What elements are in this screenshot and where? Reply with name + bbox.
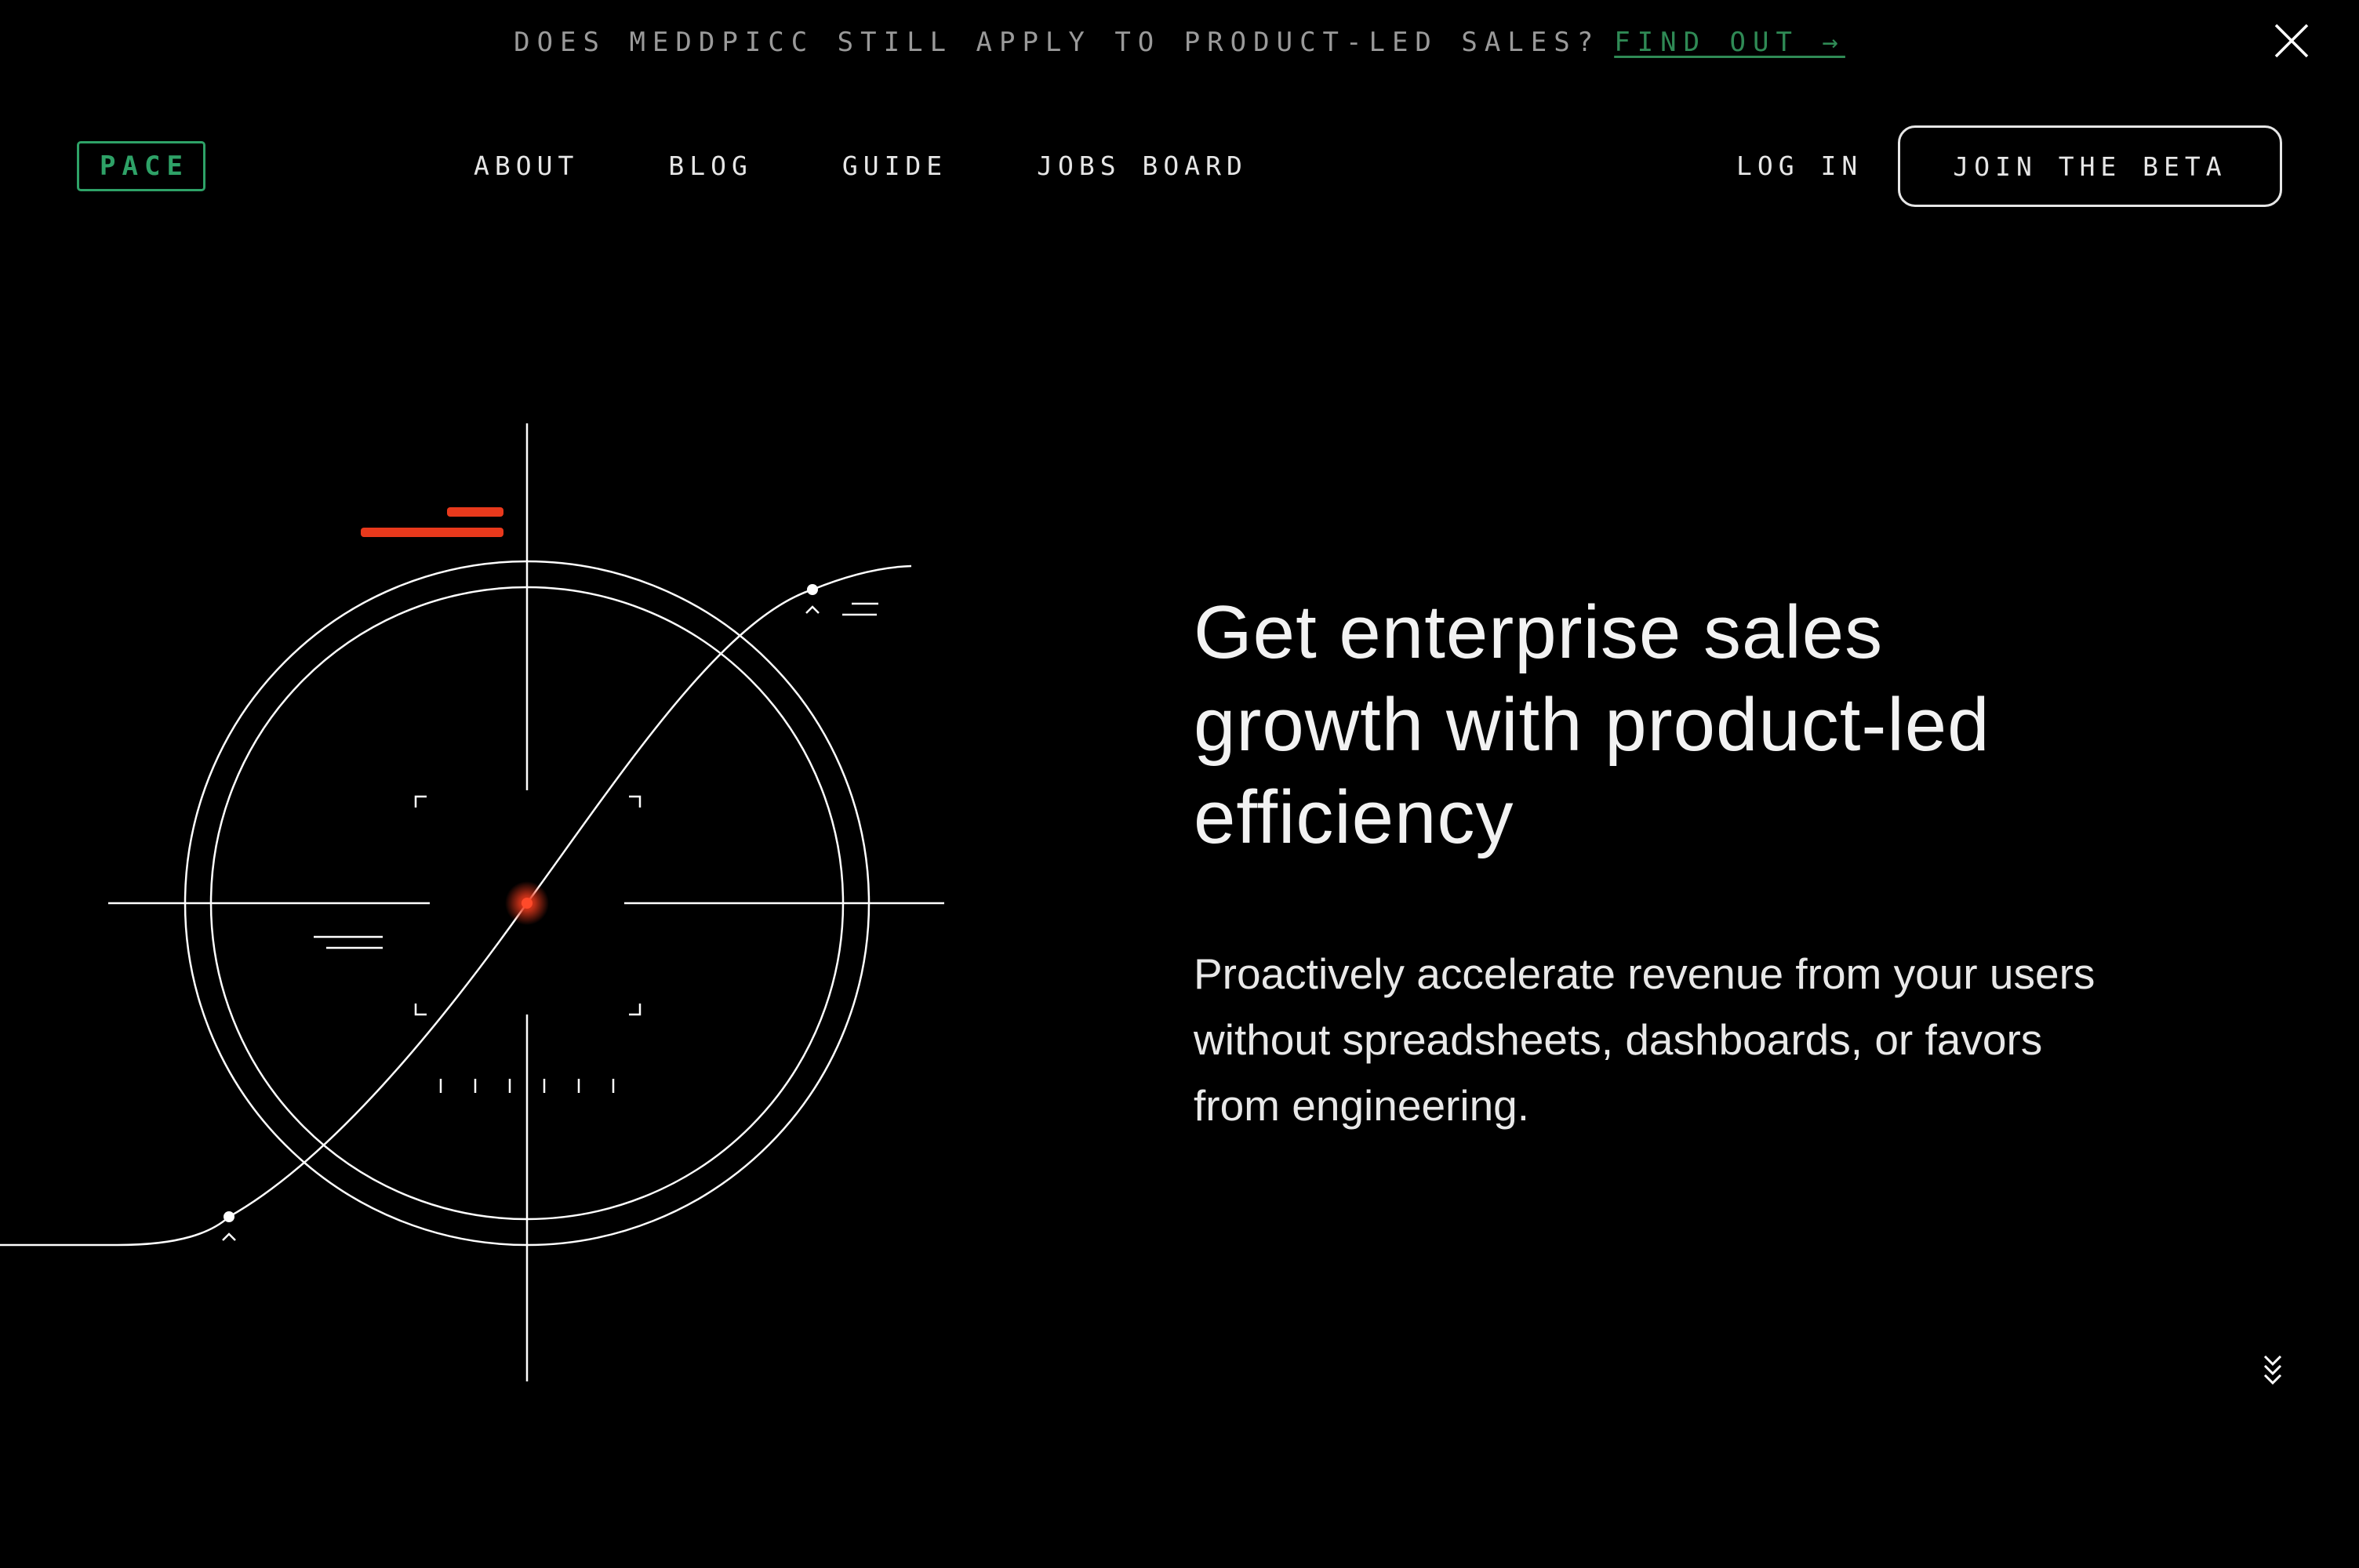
red-bar-short	[447, 507, 503, 517]
close-icon[interactable]	[2273, 22, 2310, 60]
nav-blog[interactable]: BLOG	[668, 151, 752, 181]
announcement-banner: DOES MEDDPICC STILL APPLY TO PRODUCT-LED…	[0, 22, 2359, 63]
red-bar-long	[361, 528, 503, 537]
hero-headline: Get enterprise sales growth with product…	[1194, 590, 1990, 859]
nav-about[interactable]: ABOUT	[474, 151, 579, 181]
main-nav: ABOUT BLOG GUIDE JOBS BOARD	[474, 151, 1248, 181]
nav-guide[interactable]: GUIDE	[842, 151, 947, 181]
hero-subtext: Proactively accelerate revenue from your…	[1194, 949, 2095, 1130]
announcement-text: DOES MEDDPICC STILL APPLY TO PRODUCT-LED…	[514, 27, 1601, 58]
announcement-link[interactable]: FIND OUT →	[1614, 27, 1845, 58]
join-beta-button[interactable]: JOIN THE BETA	[1898, 125, 2282, 207]
logo[interactable]: PACE	[77, 141, 205, 191]
nav-jobs-board[interactable]: JOBS BOARD	[1037, 151, 1248, 181]
login-link[interactable]: LOG IN	[1736, 151, 1863, 181]
target-reticle-illustration	[0, 423, 944, 1381]
chevrons-down-icon[interactable]	[2259, 1350, 2287, 1388]
